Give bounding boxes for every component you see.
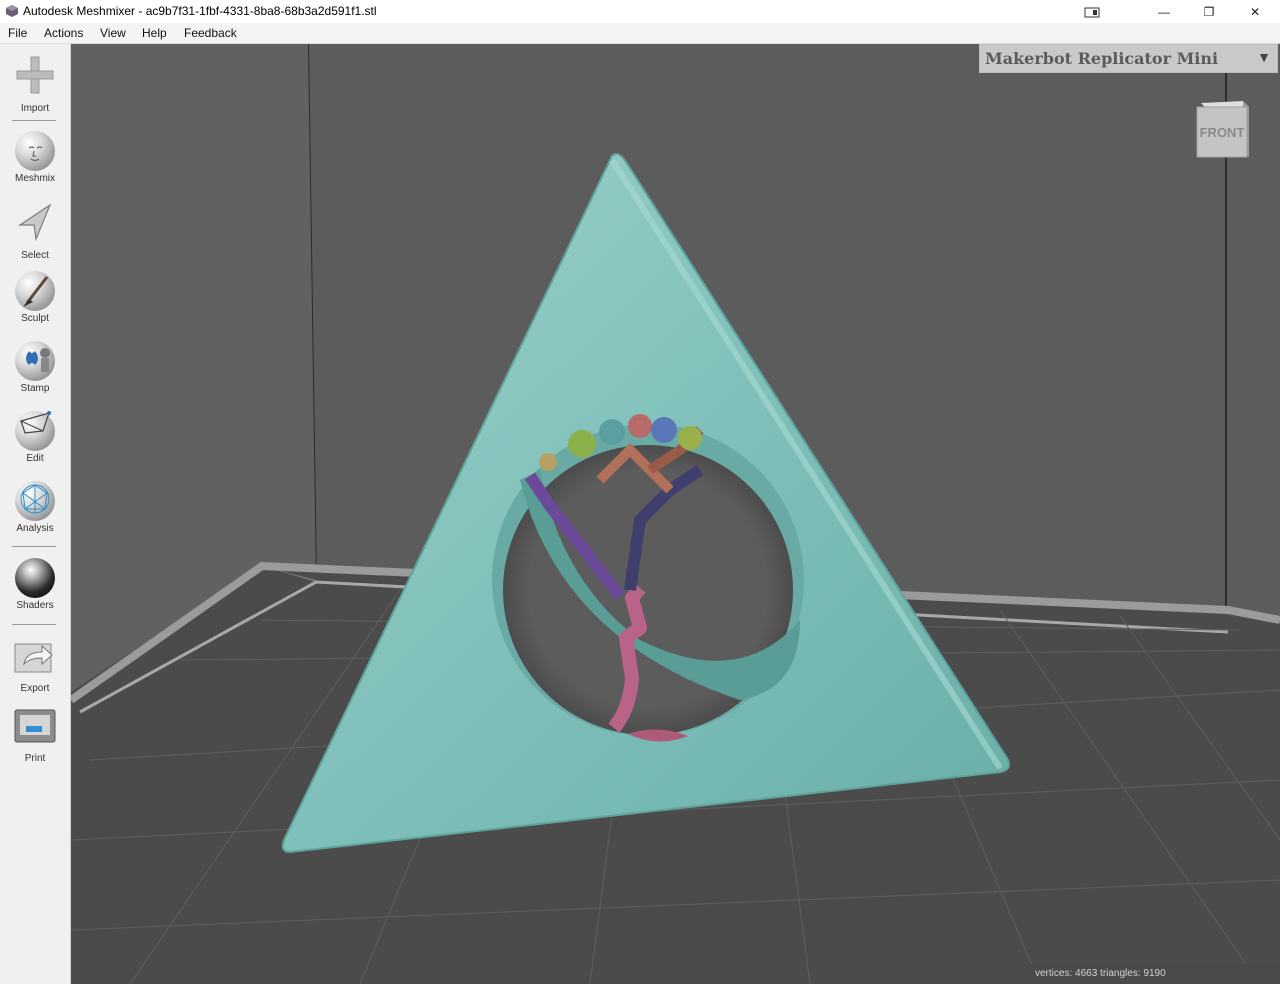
shaders-label: Shaders — [16, 600, 54, 611]
menu-file[interactable]: File — [8, 26, 27, 40]
sculpt-tool[interactable]: Sculpt — [0, 271, 70, 324]
brush-sphere-icon — [15, 271, 55, 311]
snap-layout-icon — [1084, 7, 1100, 17]
window-title: Autodesk Meshmixer - ac9b7f31-1fbf-4331-… — [23, 4, 377, 18]
import-tool[interactable]: Import — [0, 54, 70, 114]
edit-tool[interactable]: Edit — [0, 411, 70, 464]
edit-label: Edit — [26, 453, 44, 464]
menu-view[interactable]: View — [100, 26, 126, 40]
analysis-sphere-icon — [15, 481, 55, 521]
print-label: Print — [24, 753, 46, 764]
printer-icon — [14, 709, 56, 743]
menu-help[interactable]: Help — [142, 26, 167, 40]
shader-ball-icon — [15, 558, 55, 598]
3d-viewport[interactable]: FRONT — [71, 44, 1280, 984]
toolbar-divider — [12, 546, 56, 547]
face-sphere-icon — [15, 131, 55, 171]
view-cube[interactable]: FRONT — [1195, 97, 1253, 161]
sculpt-label: Sculpt — [21, 313, 49, 324]
minimize-button[interactable]: — — [1141, 0, 1187, 23]
meshmix-label: Meshmix — [14, 173, 55, 184]
select-label: Select — [21, 250, 49, 261]
menu-actions[interactable]: Actions — [44, 26, 83, 40]
meshmixer-logo-icon — [6, 5, 18, 17]
export-label: Export — [20, 683, 50, 694]
toolbar-divider — [12, 624, 56, 625]
stamp-tool[interactable]: Stamp — [0, 341, 70, 394]
dropdown-arrow-icon: ▼ — [1257, 49, 1271, 65]
print-tool[interactable]: Print — [0, 706, 70, 764]
analysis-label: Analysis — [16, 523, 54, 534]
select-tool[interactable]: Select — [0, 201, 70, 261]
export-tool[interactable]: Export — [0, 636, 70, 694]
arrow-select-icon — [18, 203, 52, 242]
mesh-stats: vertices: 4663 triangles: 9190 — [1031, 964, 1280, 984]
shaders-tool[interactable]: Shaders — [0, 558, 70, 611]
analysis-tool[interactable]: Analysis — [0, 481, 70, 534]
stamp-sphere-icon — [15, 341, 55, 381]
import-label: Import — [20, 103, 50, 114]
printer-dropdown-value: Makerbot Replicator Mini — [985, 49, 1219, 68]
viewcube-front-label: FRONT — [1200, 125, 1245, 140]
plus-icon — [16, 56, 54, 94]
title-bar: Autodesk Meshmixer - ac9b7f31-1fbf-4331-… — [0, 0, 1280, 23]
menu-bar: File Actions View Help Feedback — [0, 23, 1280, 44]
tool-sidebar: Import Meshmix Select Sculpt Stamp Edit … — [0, 44, 71, 984]
edit-sphere-icon — [15, 411, 55, 451]
menu-feedback[interactable]: Feedback — [184, 26, 237, 40]
maximize-button[interactable]: ❐ — [1186, 0, 1232, 23]
printer-dropdown[interactable]: Makerbot Replicator Mini ▼ — [979, 44, 1278, 73]
export-icon — [14, 643, 53, 673]
close-button[interactable]: ✕ — [1232, 0, 1278, 23]
meshmix-tool[interactable]: Meshmix — [0, 131, 70, 184]
scene-canvas[interactable] — [71, 44, 1280, 984]
toolbar-divider — [12, 120, 56, 121]
snap-layout-button[interactable] — [1069, 0, 1115, 23]
stamp-label: Stamp — [20, 383, 50, 394]
